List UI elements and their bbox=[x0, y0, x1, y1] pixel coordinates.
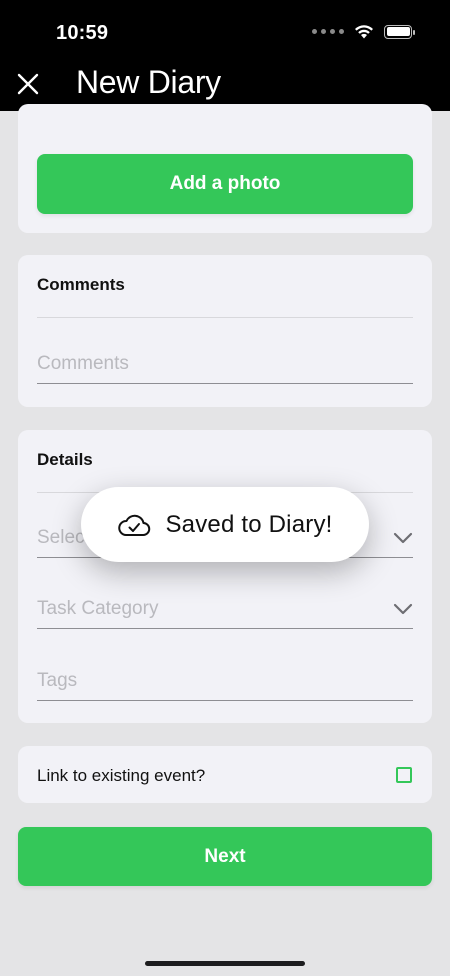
chevron-down-icon bbox=[393, 528, 413, 548]
page-title: New Diary bbox=[76, 64, 221, 100]
signal-dots-icon bbox=[312, 29, 344, 34]
wifi-icon bbox=[355, 25, 373, 39]
link-event-card: Link to existing event? bbox=[18, 746, 432, 803]
tags-placeholder: Tags bbox=[37, 669, 78, 691]
next-button[interactable]: Next bbox=[18, 827, 432, 886]
cloud-check-icon bbox=[118, 514, 151, 536]
comments-divider bbox=[37, 317, 413, 318]
details-title: Details bbox=[37, 450, 93, 469]
link-event-checkbox[interactable] bbox=[396, 767, 412, 783]
battery-icon bbox=[384, 24, 415, 39]
tags-input[interactable]: Tags bbox=[37, 661, 413, 701]
task-category-dropdown[interactable]: Task Category bbox=[37, 589, 413, 629]
link-event-label: Link to existing event? bbox=[37, 766, 206, 785]
photo-card: Add a photo bbox=[18, 104, 432, 233]
add-photo-button[interactable]: Add a photo bbox=[37, 154, 413, 214]
comments-placeholder: Comments bbox=[37, 352, 129, 374]
close-button[interactable] bbox=[14, 68, 42, 100]
details-card: Details Select Task Category Tags bbox=[18, 430, 432, 723]
close-icon bbox=[17, 73, 39, 95]
saved-toast: Saved to Diary! bbox=[81, 487, 369, 562]
status-time: 10:59 bbox=[56, 22, 109, 44]
task-category-placeholder: Task Category bbox=[37, 597, 159, 619]
status-icons bbox=[312, 24, 415, 39]
comments-title: Comments bbox=[37, 275, 125, 294]
app-header: 10:59 New Diary bbox=[0, 0, 450, 111]
comments-input[interactable]: Comments bbox=[37, 344, 413, 384]
toast-text: Saved to Diary! bbox=[165, 510, 333, 538]
home-indicator bbox=[145, 961, 305, 966]
comments-card: Comments Comments bbox=[18, 255, 432, 407]
chevron-down-icon bbox=[393, 599, 413, 619]
